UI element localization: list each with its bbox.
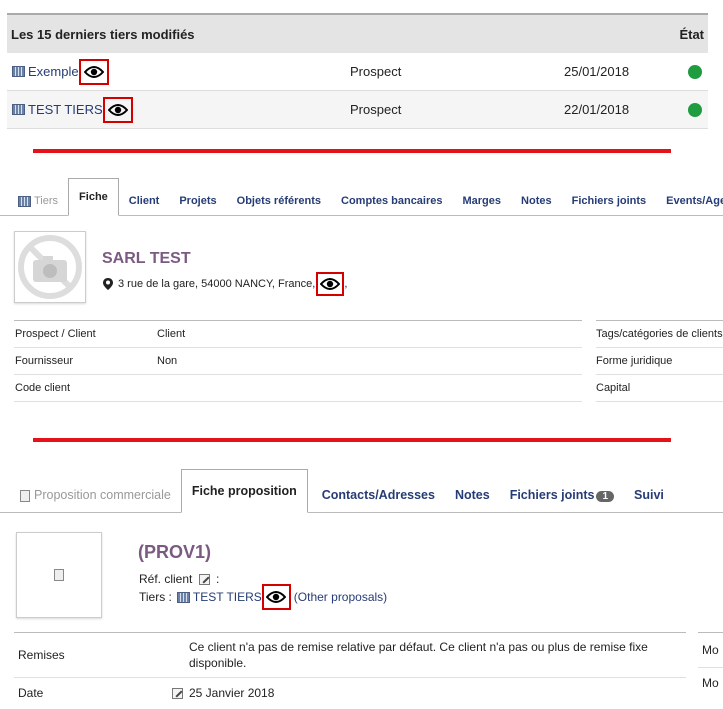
proposal-tabs: Proposition commerciale Fiche propositio… (0, 469, 723, 513)
document-icon (20, 489, 30, 502)
tab-tiers[interactable]: Tiers (14, 187, 68, 215)
status-active-icon (688, 64, 702, 79)
cut-off-row (14, 402, 582, 410)
thirdparty-link-test-tiers[interactable]: TEST TIERS (28, 102, 103, 117)
eye-icon (83, 65, 104, 78)
table-row: Remises Ce client n'a pas de remise rela… (14, 633, 686, 678)
tab-fiche[interactable]: Fiche (68, 178, 119, 216)
last-modified-panel: Les 15 derniers tiers modifiés État Exem… (7, 13, 708, 129)
thirdparty-type: Prospect (350, 64, 402, 79)
files-count-badge: 1 (596, 491, 615, 502)
tab-notes[interactable]: Notes (445, 478, 500, 512)
table-row: Code client (14, 375, 582, 402)
building-icon (176, 591, 190, 603)
last-modified-title: Les 15 derniers tiers modifiés (11, 26, 195, 42)
table-row: Forme juridique (596, 348, 723, 375)
table-row: Mo (698, 633, 723, 668)
last-modified-header: Les 15 derniers tiers modifiés État (7, 13, 708, 53)
table-row: Exemple Prospect 25/01/2018 (7, 53, 708, 91)
tiers-left-table: Prospect / Client Client Fournisseur Non… (14, 320, 582, 410)
tab-client[interactable]: Client (119, 187, 170, 215)
building-icon (18, 195, 31, 207)
eye-icon (107, 103, 128, 116)
separator-line (33, 438, 671, 442)
table-row: Mo (702, 676, 719, 690)
company-logo-placeholder (14, 231, 86, 303)
tab-proposition-commerciale[interactable]: Proposition commerciale (14, 478, 181, 512)
proposal-ref: (PROV1) (138, 542, 212, 562)
table-row: TEST TIERS Prospect 22/01/2018 (7, 91, 708, 129)
document-icon (54, 569, 64, 581)
eye-highlight-box[interactable] (261, 584, 291, 610)
other-proposals-link[interactable]: (Other proposals) (294, 590, 387, 604)
thirdparty-date: 25/01/2018 (564, 64, 630, 79)
table-row: Tags/catégories de clients (596, 321, 723, 348)
tab-objets-referents[interactable]: Objets référents (227, 187, 331, 215)
table-row: Date 25 Janvier 2018 (18, 686, 275, 700)
eye-highlight-box[interactable] (78, 58, 109, 85)
thirdparty-link-exemple[interactable]: Exemple (28, 64, 79, 79)
proposal-thumbnail (16, 532, 102, 618)
separator-line (33, 149, 671, 153)
proposal-right-table: Mo Mo (698, 632, 723, 698)
state-column-header: État (679, 26, 704, 42)
tab-fichiers-joints[interactable]: Fichiers joints 1 (500, 478, 624, 512)
building-icon (12, 66, 25, 77)
edit-pencil-icon[interactable] (172, 687, 183, 699)
eye-icon (266, 591, 287, 603)
tab-fichiers-joints[interactable]: Fichiers joints (562, 187, 657, 215)
tiers-tabs: Tiers Fiche Client Projets Objets référe… (0, 178, 723, 216)
company-name: SARL TEST (102, 250, 191, 267)
tiers-right-table: Tags/catégories de clients Forme juridiq… (596, 320, 723, 402)
tab-notes[interactable]: Notes (511, 187, 562, 215)
eye-highlight-box[interactable] (102, 96, 133, 123)
no-photo-icon (18, 235, 82, 299)
tab-contacts-adresses[interactable]: Contacts/Adresses (308, 478, 445, 512)
company-address-line: 3 rue de la gare, 54000 NANCY, France, , (103, 272, 347, 296)
table-row: Fournisseur Non (14, 348, 582, 375)
tiers-card: Tiers Fiche Client Projets Objets référe… (0, 178, 723, 402)
table-row: Capital (596, 375, 723, 402)
proposal-card: Proposition commerciale Fiche propositio… (0, 469, 723, 700)
proposal-table: Remises Ce client n'a pas de remise rela… (14, 632, 686, 708)
company-address: 3 rue de la gare, 54000 NANCY, France, (118, 278, 316, 290)
tab-suivi[interactable]: Suivi (624, 478, 674, 512)
tab-events-agenda[interactable]: Events/Agenda (656, 187, 723, 215)
tab-projets[interactable]: Projets (169, 187, 226, 215)
thirdparty-type: Prospect (350, 102, 402, 117)
building-icon (12, 104, 25, 115)
address-suffix: , (344, 278, 348, 290)
tab-comptes-bancaires[interactable]: Comptes bancaires (331, 187, 452, 215)
map-pin-icon (103, 278, 113, 290)
tab-fiche-proposition[interactable]: Fiche proposition (180, 469, 308, 513)
tiers-label: Tiers : (139, 590, 172, 604)
tab-marges[interactable]: Marges (453, 187, 512, 215)
eye-highlight-box[interactable] (316, 272, 345, 296)
status-active-icon (688, 102, 702, 117)
eye-icon (320, 278, 341, 290)
tiers-link[interactable]: TEST TIERS (193, 590, 262, 604)
table-row: Prospect / Client Client (14, 321, 582, 348)
tiers-line: Tiers : TEST TIERS (Other proposals) (139, 584, 387, 610)
thirdparty-date: 22/01/2018 (564, 102, 630, 117)
